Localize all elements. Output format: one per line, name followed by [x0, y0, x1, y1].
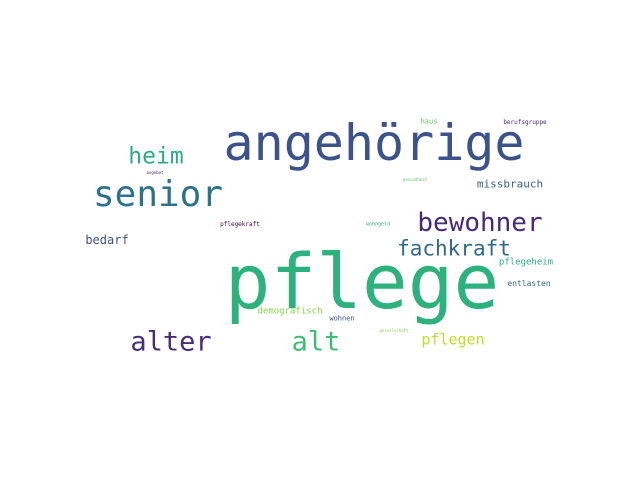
- word-pflegeheim: pflegeheim: [498, 257, 554, 268]
- word-bewohner: bewohner: [417, 208, 543, 238]
- word-senior: senior: [92, 174, 224, 215]
- word-haus: haus: [420, 117, 438, 126]
- word-heim: heim: [128, 143, 184, 170]
- word-bedarf: bedarf: [85, 233, 129, 247]
- word-missbrauch: missbrauch: [476, 177, 544, 191]
- word-pflegen: pflegen: [421, 330, 485, 349]
- word-fachkraft: fachkraft: [397, 236, 511, 261]
- word-gesellschaft: gesellschaft: [379, 328, 409, 333]
- word-wohnen: wohnen: [329, 314, 355, 323]
- word-alt: alt: [291, 326, 341, 358]
- word-entlasten: entlasten: [507, 279, 551, 288]
- word-alter: alter: [130, 326, 212, 358]
- word-wohngeld: wohngeld: [365, 221, 391, 228]
- word-pflegekraft: pflegekraft: [220, 221, 260, 228]
- word-angebot: angebot: [146, 170, 164, 175]
- word-demografisch: demografisch: [257, 306, 323, 317]
- word-berufsgruppe: berufsgruppe: [503, 119, 547, 126]
- word-angehörige: angehörige: [223, 114, 525, 172]
- word-cloud: pflege angehörige senior bewohner fachkraft h…: [0, 0, 640, 480]
- word-gesundheit: gesundheit: [402, 177, 428, 182]
